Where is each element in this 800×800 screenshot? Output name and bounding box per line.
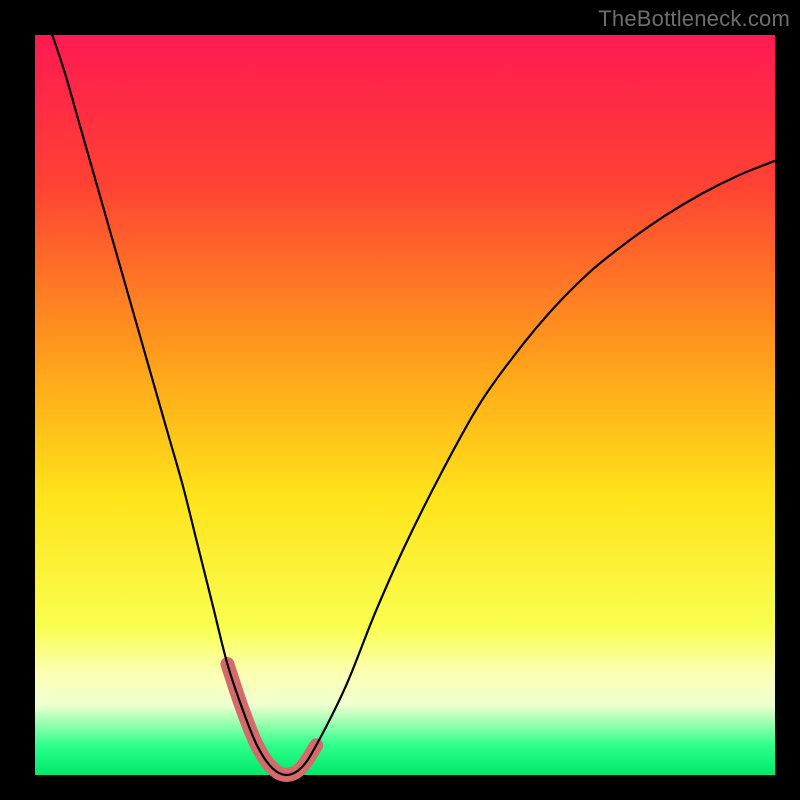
plot-background bbox=[35, 35, 775, 775]
chart-canvas bbox=[0, 0, 800, 800]
watermark-text: TheBottleneck.com bbox=[598, 6, 790, 32]
chart-frame: TheBottleneck.com bbox=[0, 0, 800, 800]
